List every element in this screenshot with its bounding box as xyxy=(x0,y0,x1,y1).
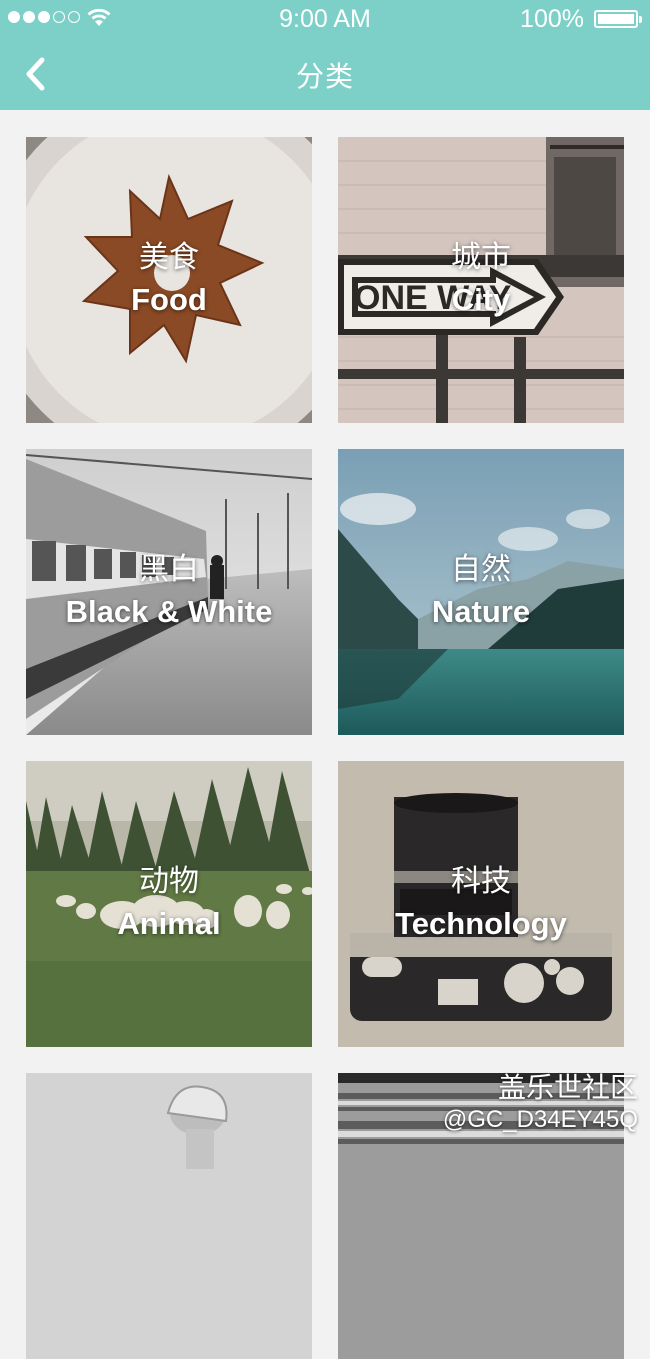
category-black-white-tile[interactable]: 黑白 Black & White xyxy=(26,449,312,735)
category-technology-tile[interactable]: 科技 Technology xyxy=(338,761,624,1047)
category-name-en: Food xyxy=(131,282,207,317)
category-name-zh: 动物 xyxy=(139,865,199,898)
category-nature-tile[interactable]: 自然 Nature xyxy=(338,449,624,735)
category-label: 科技 Technology xyxy=(338,862,624,946)
category-tile-partial-left[interactable] xyxy=(26,1073,312,1359)
category-label: 自然 Nature xyxy=(338,550,624,634)
category-name-en: Nature xyxy=(431,594,531,629)
category-name-en: Black & White xyxy=(65,594,273,629)
category-label: 黑白 Black & White xyxy=(26,550,312,634)
category-name-zh: 黑白 xyxy=(139,553,199,586)
category-label: 美食 Food xyxy=(26,238,312,322)
category-name-en: City xyxy=(451,282,511,317)
watermark-handle: @GC_D34EY45Q xyxy=(442,1106,638,1133)
category-name-zh: 城市 xyxy=(451,241,511,274)
page-title: 分类 xyxy=(295,61,354,92)
category-name-en: Technology xyxy=(395,906,567,941)
battery-percentage: 100% xyxy=(520,5,584,33)
watermark-community: 盖乐世社区 xyxy=(497,1072,638,1103)
battery-icon xyxy=(594,10,642,28)
category-name-zh: 自然 xyxy=(451,553,511,586)
statue-photo xyxy=(26,1073,312,1359)
category-city-tile[interactable]: ONE WAY 城市 City xyxy=(338,137,624,423)
category-animal-tile[interactable]: 动物 Animal xyxy=(26,761,312,1047)
status-bar: 9:00 AM 100% xyxy=(0,0,650,38)
app-header: 9:00 AM 100% 分类 xyxy=(0,0,650,110)
category-label: 动物 Animal xyxy=(26,862,312,946)
category-name-zh: 美食 xyxy=(139,241,199,274)
category-food-tile[interactable]: 美食 Food xyxy=(26,137,312,423)
category-name-en: Animal xyxy=(117,906,221,941)
category-name-zh: 科技 xyxy=(451,865,511,898)
category-label: 城市 City xyxy=(338,238,624,322)
